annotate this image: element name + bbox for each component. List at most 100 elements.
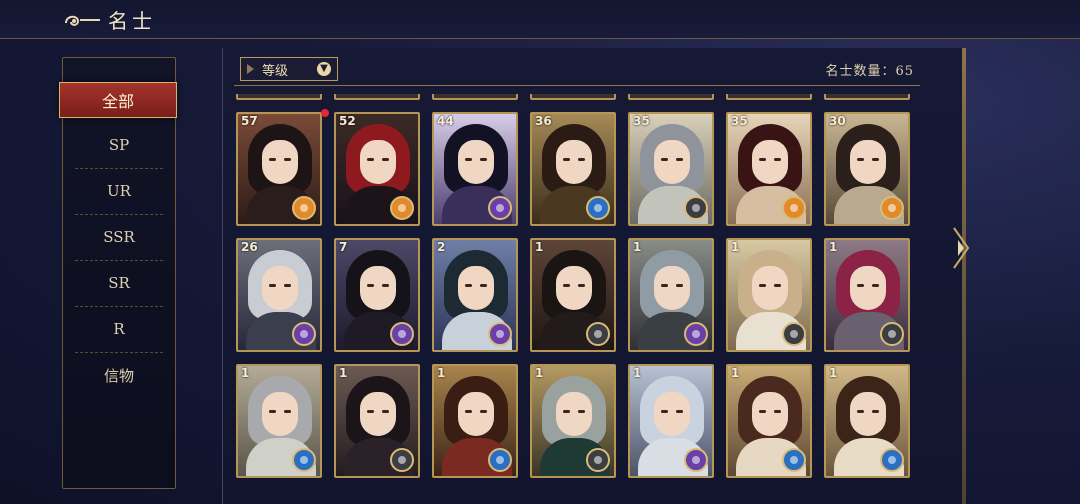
card-level: 1	[731, 240, 740, 254]
card-level: 1	[633, 366, 642, 380]
portrait-eye	[857, 410, 864, 413]
page-title: 名士	[108, 9, 156, 33]
card-level: 7	[339, 240, 348, 254]
element-badge-icon	[586, 196, 610, 220]
card-level: 1	[535, 240, 544, 254]
portrait-eye	[857, 284, 864, 287]
sidebar-item-sr[interactable]: SR	[75, 260, 163, 307]
character-card[interactable]	[236, 94, 322, 100]
character-card[interactable]: 7	[334, 238, 420, 352]
element-badge-icon	[684, 448, 708, 472]
element-badge-icon	[586, 322, 610, 346]
sidebar-item-r[interactable]: R	[75, 306, 163, 353]
character-card[interactable]	[334, 94, 420, 100]
portrait-eye	[465, 158, 472, 161]
character-card[interactable]: 2	[432, 238, 518, 352]
card-level: 35	[731, 114, 748, 128]
card-level: 1	[731, 366, 740, 380]
portrait-face	[262, 266, 298, 310]
portrait-eye	[676, 158, 683, 161]
character-card[interactable]: 1	[726, 364, 812, 478]
element-badge-icon	[488, 196, 512, 220]
character-card[interactable]: 36	[530, 112, 616, 226]
portrait-eye	[872, 410, 879, 413]
portrait-eye	[661, 284, 668, 287]
sidebar-item-ur[interactable]: UR	[75, 168, 163, 215]
character-card[interactable]	[530, 94, 616, 100]
character-card[interactable]: 52	[334, 112, 420, 226]
sort-dropdown[interactable]: 等级 ▼	[240, 57, 338, 81]
portrait-face	[556, 392, 592, 436]
card-level: 36	[535, 114, 552, 128]
character-card[interactable]: 1	[236, 364, 322, 478]
card-level: 57	[241, 114, 258, 128]
cloud-ornament-icon	[65, 15, 100, 26]
portrait-eye	[563, 158, 570, 161]
card-level: 26	[241, 240, 258, 254]
portrait-eye	[578, 158, 585, 161]
next-page-arrow-icon[interactable]	[952, 226, 970, 270]
character-card[interactable]: 1	[432, 364, 518, 478]
portrait-eye	[774, 158, 781, 161]
card-level: 1	[535, 366, 544, 380]
character-card[interactable]: 57	[236, 112, 322, 226]
character-card[interactable]: 1	[530, 238, 616, 352]
card-level: 2	[437, 240, 446, 254]
portrait-eye	[661, 158, 668, 161]
character-card[interactable]	[824, 94, 910, 100]
portrait-face	[262, 392, 298, 436]
sidebar-item-sp[interactable]: SP	[75, 122, 163, 169]
portrait-face	[360, 266, 396, 310]
sidebar-item-all[interactable]: 全部	[59, 82, 177, 118]
portrait-face	[654, 392, 690, 436]
portrait-eye	[465, 410, 472, 413]
character-card[interactable]: 1	[628, 238, 714, 352]
portrait-eye	[382, 284, 389, 287]
divider	[234, 85, 920, 86]
character-card[interactable]: 35	[628, 112, 714, 226]
portrait-face	[654, 266, 690, 310]
character-card[interactable]: 44	[432, 112, 518, 226]
portrait-eye	[465, 284, 472, 287]
card-level: 1	[633, 240, 642, 254]
portrait-eye	[676, 284, 683, 287]
portrait-eye	[269, 284, 276, 287]
portrait-eye	[578, 410, 585, 413]
portrait-eye	[480, 158, 487, 161]
character-grid: 57 52 44 36 35 35 30 26 7 2 1 1 1 1 1 1 1 1 1 1 1	[236, 94, 916, 504]
title-group: 名士	[62, 5, 156, 34]
portrait-eye	[367, 284, 374, 287]
character-card[interactable]: 1	[530, 364, 616, 478]
portrait-face	[654, 140, 690, 184]
element-badge-icon	[292, 322, 316, 346]
portrait-eye	[284, 410, 291, 413]
character-card[interactable]: 35	[726, 112, 812, 226]
character-card[interactable]: 1	[824, 364, 910, 478]
panel-edge	[962, 48, 966, 504]
element-badge-icon	[390, 196, 414, 220]
portrait-face	[458, 392, 494, 436]
character-card[interactable]: 1	[726, 238, 812, 352]
character-card[interactable]	[726, 94, 812, 100]
character-card[interactable]: 1	[824, 238, 910, 352]
character-card[interactable]	[432, 94, 518, 100]
character-card[interactable]: 1	[334, 364, 420, 478]
sidebar-item-tokens[interactable]: 信物	[75, 352, 163, 398]
element-badge-icon	[684, 322, 708, 346]
chevron-down-icon: ▼	[317, 62, 331, 76]
play-arrow-icon	[247, 64, 254, 74]
character-card[interactable]: 1	[628, 364, 714, 478]
character-card[interactable]	[628, 94, 714, 100]
sidebar-item-ssr[interactable]: SSR	[75, 214, 163, 261]
element-badge-icon	[684, 196, 708, 220]
element-badge-icon	[488, 322, 512, 346]
portrait-eye	[480, 284, 487, 287]
portrait-face	[752, 266, 788, 310]
portrait-eye	[284, 158, 291, 161]
character-card[interactable]: 26	[236, 238, 322, 352]
portrait-eye	[774, 284, 781, 287]
sort-label: 等级	[262, 63, 289, 79]
element-badge-icon	[782, 196, 806, 220]
portrait-eye	[563, 410, 570, 413]
character-card[interactable]: 30	[824, 112, 910, 226]
